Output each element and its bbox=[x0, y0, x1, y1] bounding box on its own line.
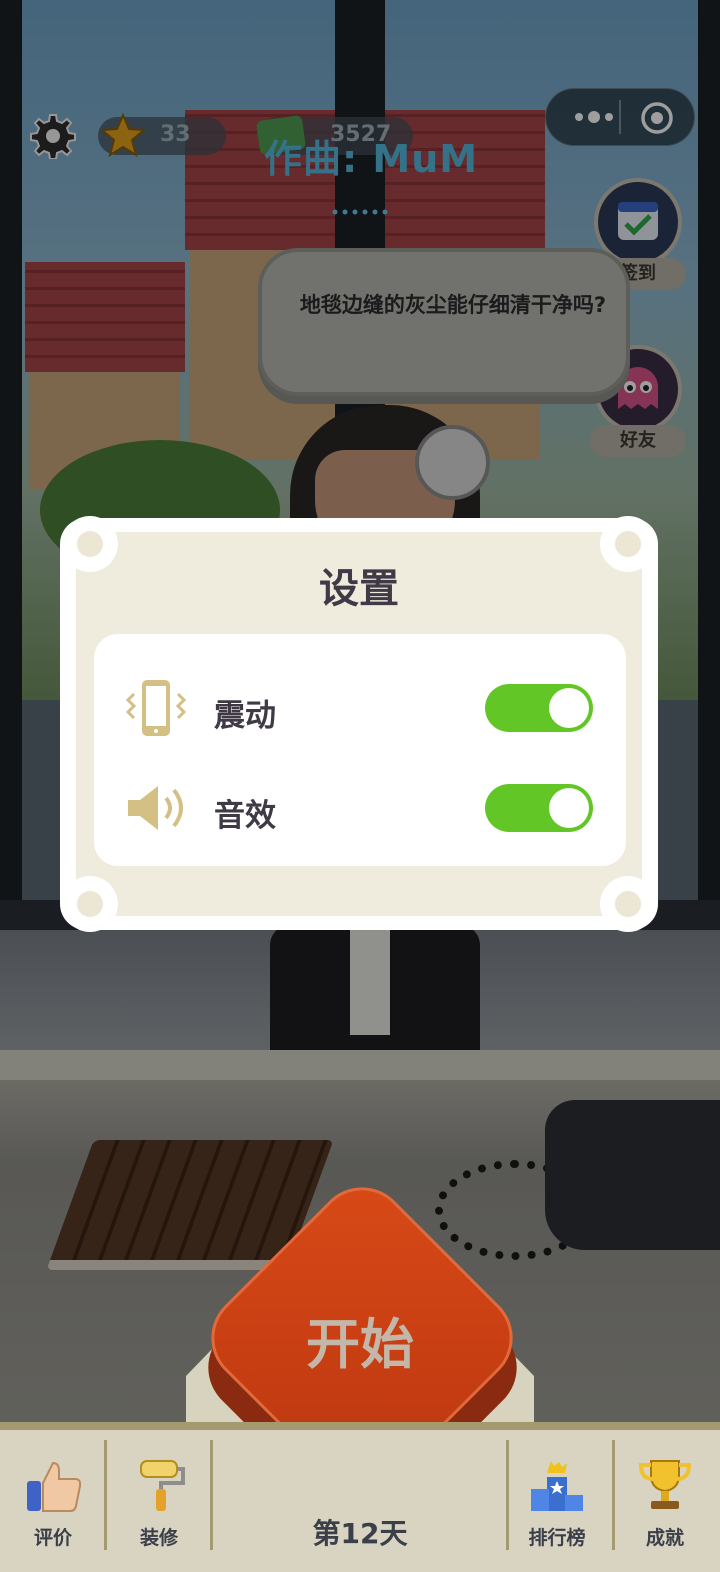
dialog-corner-dot bbox=[615, 531, 641, 557]
bar-divider bbox=[506, 1440, 509, 1550]
nav-review[interactable]: 评价 bbox=[8, 1455, 98, 1555]
nav-review-label: 评价 bbox=[33, 1527, 72, 1549]
nav-leaderboard-label: 排行榜 bbox=[528, 1527, 586, 1549]
vibration-toggle[interactable] bbox=[485, 684, 593, 732]
start-button-label: 开始 bbox=[306, 1313, 414, 1376]
sound-toggle[interactable] bbox=[485, 784, 593, 832]
nav-decorate-label: 装修 bbox=[139, 1527, 178, 1549]
bar-divider bbox=[612, 1440, 615, 1550]
toggle-knob bbox=[549, 688, 589, 728]
podium-icon bbox=[531, 1461, 583, 1511]
day-counter: 第12天 bbox=[312, 1517, 408, 1550]
nav-decorate[interactable]: 装修 bbox=[114, 1455, 204, 1555]
settings-title: 设置 bbox=[319, 566, 399, 612]
dialog-corner-dot bbox=[77, 531, 103, 557]
bar-divider bbox=[104, 1440, 107, 1550]
vibration-phone-icon bbox=[125, 680, 187, 736]
thumbs-up-icon bbox=[27, 1461, 82, 1512]
trophy-icon bbox=[638, 1460, 692, 1509]
sound-label: 音效 bbox=[214, 798, 276, 834]
paint-roller-icon bbox=[140, 1460, 185, 1511]
vibration-label: 震动 bbox=[214, 698, 276, 734]
toggle-knob bbox=[549, 788, 589, 828]
speaker-icon bbox=[128, 786, 183, 830]
bar-divider bbox=[210, 1440, 213, 1550]
dialog-corner-dot bbox=[77, 891, 103, 917]
nav-leaderboard[interactable]: 排行榜 bbox=[512, 1455, 602, 1555]
nav-achievements[interactable]: 成就 bbox=[620, 1455, 710, 1555]
dialog-corner-dot bbox=[615, 891, 641, 917]
nav-achievements-label: 成就 bbox=[645, 1527, 684, 1549]
